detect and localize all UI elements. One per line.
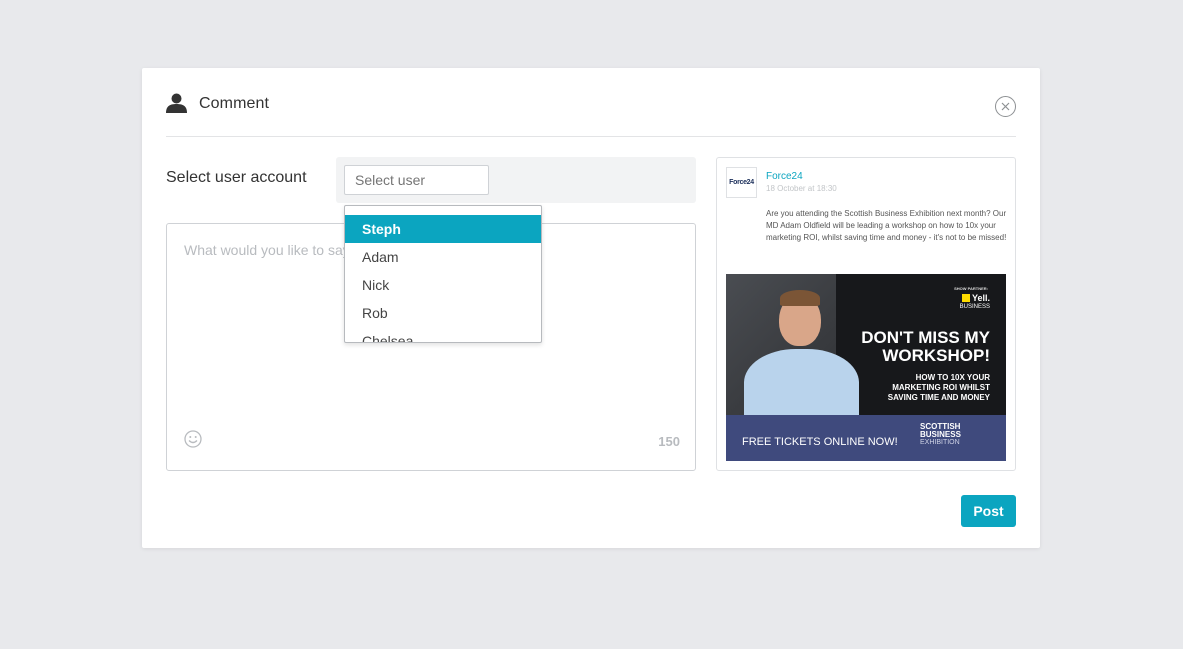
dropdown-option-adam[interactable]: Adam [345,243,541,271]
dropdown-option-nick[interactable]: Nick [345,271,541,299]
select-user-container [336,157,696,203]
yell-logo: Yell. BUSINESS [956,294,990,314]
post-preview: Force24 Force24 18 October at 18:30 Are … [716,157,1016,471]
person-body [744,349,859,424]
char-count: 150 [658,434,680,449]
image-banner: FREE TICKETS ONLINE NOW! SCOTTISH BUSINE… [726,415,1006,461]
close-button[interactable] [995,96,1016,117]
modal-header: Comment [166,68,1016,137]
sbe-line-3: EXHIBITION [920,439,960,446]
close-icon [1001,102,1010,111]
user-dropdown: Steph Adam Nick Rob Chelsea [344,205,542,343]
image-headline: DON'T MISS MY WORKSHOP! [861,329,990,365]
user-icon [166,93,187,113]
subline-line-3: SAVING TIME AND MONEY [887,393,990,402]
person-hair [780,290,820,306]
select-user-label: Select user account [166,169,307,186]
exhibition-logo: SCOTTISH BUSINESS EXHIBITION [920,423,961,447]
dropdown-option-chelsea[interactable]: Chelsea [345,327,541,342]
headline-line-1: DON'T MISS MY [861,328,990,347]
modal-title: Comment [199,95,270,112]
dropdown-option-rob[interactable]: Rob [345,299,541,327]
yell-sub: BUSINESS [959,304,990,310]
comment-modal: Comment Select user account What would y… [142,68,1040,548]
image-subline: HOW TO 10X YOUR MARKETING ROI WHILST SAV… [888,373,990,403]
comment-placeholder: What would you like to say? [184,242,354,258]
dropdown-option-steph[interactable]: Steph [345,215,541,243]
yell-logo-mark [961,294,970,302]
subline-line-2: MARKETING ROI WHILST [892,383,990,392]
sbe-line-2: BUSINESS [920,430,961,439]
headline-line-2: WORKSHOP! [882,346,990,365]
post-image: SHOW PARTNER: Yell. BUSINESS DON'T MISS … [726,274,1006,461]
account-logo: Force24 [726,167,757,198]
free-tickets-text: FREE TICKETS ONLINE NOW! [742,436,898,448]
account-name: Force24 [766,171,803,182]
yell-brand: Yell. [971,293,990,303]
select-user-input[interactable] [344,165,489,195]
post-date: 18 October at 18:30 [766,184,837,193]
post-button[interactable]: Post [961,495,1016,527]
show-partner-label: SHOW PARTNER: [954,286,988,291]
emoji-icon[interactable] [184,430,202,448]
subline-line-1: HOW TO 10X YOUR [915,373,990,382]
post-text: Are you attending the Scottish Business … [766,209,1007,242]
